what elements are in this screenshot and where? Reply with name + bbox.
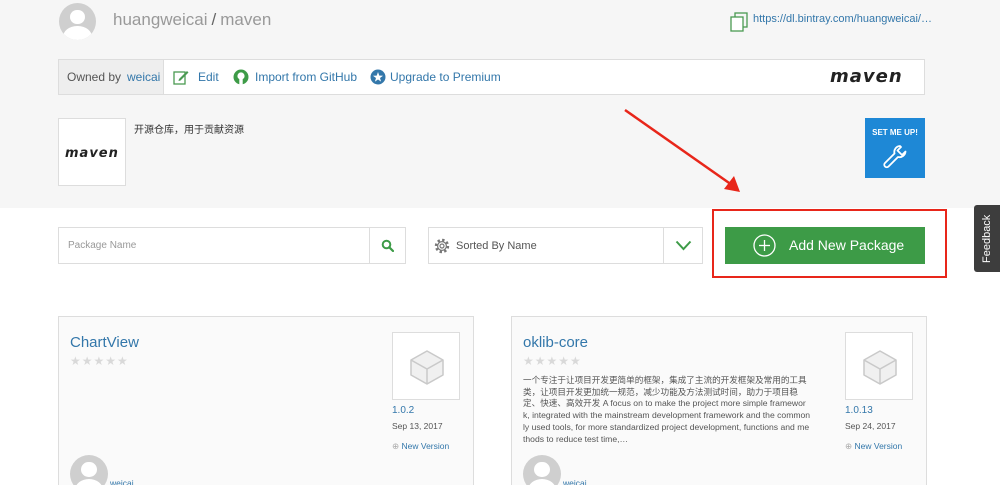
feedback-label: Feedback bbox=[981, 214, 993, 263]
package-box-icon bbox=[863, 350, 897, 385]
repo-owner-link[interactable]: huangweicai bbox=[113, 10, 208, 29]
feedback-tab[interactable]: Feedback bbox=[974, 205, 1000, 272]
repo-url-link[interactable]: https://dl.bintray.com/huangweicai/… bbox=[753, 13, 932, 25]
package-search-input[interactable] bbox=[59, 228, 370, 263]
new-version-link[interactable]: ⊕ New Version bbox=[845, 441, 902, 452]
package-owner-link[interactable]: weicai bbox=[563, 478, 587, 485]
user-avatar[interactable] bbox=[59, 3, 96, 40]
owner-link[interactable]: weicai bbox=[127, 70, 160, 84]
repo-logo: maven bbox=[65, 146, 119, 161]
import-github-link[interactable]: Import from GitHub bbox=[255, 70, 357, 84]
set-me-up-button[interactable]: SET ME UP! bbox=[865, 118, 925, 178]
sort-dropdown-toggle[interactable] bbox=[663, 228, 702, 263]
gear-icon bbox=[434, 238, 450, 254]
search-button[interactable] bbox=[369, 228, 405, 263]
package-rating-stars: ★★★★★ bbox=[70, 354, 129, 368]
package-card[interactable]: ChartView ★★★★★ 1.0.2 Sep 13, 2017 ⊕ New… bbox=[58, 316, 474, 485]
package-box-icon bbox=[410, 350, 444, 385]
sort-select[interactable]: Sorted By Name bbox=[428, 227, 703, 264]
repo-title: huangweicai / maven bbox=[113, 10, 271, 30]
wrench-icon bbox=[883, 145, 907, 169]
edit-link[interactable]: Edit bbox=[198, 70, 219, 84]
chevron-down-icon bbox=[675, 240, 692, 251]
package-name-link[interactable]: oklib-core bbox=[523, 334, 588, 351]
package-owner-link[interactable]: weicai bbox=[110, 478, 134, 485]
search-icon bbox=[381, 239, 394, 252]
package-date: Sep 13, 2017 bbox=[392, 421, 443, 431]
repo-name: maven bbox=[220, 10, 272, 29]
repo-description: 开源仓库，用于贡献资源 bbox=[134, 125, 244, 136]
package-owner-avatar bbox=[523, 455, 561, 485]
annotation-highlight-box bbox=[712, 209, 947, 278]
owned-by-label: Owned by bbox=[67, 70, 122, 84]
upgrade-premium-link[interactable]: Upgrade to Premium bbox=[390, 70, 501, 84]
package-description: 一个专注于让项目开发更简单的框架，集成了主流的开发框架及常用的工具类，让项目开发… bbox=[523, 375, 811, 444]
copy-icon[interactable] bbox=[730, 12, 748, 32]
package-version-link[interactable]: 1.0.2 bbox=[392, 405, 414, 416]
owned-by-box: Owned by weicai bbox=[59, 60, 164, 94]
edit-icon bbox=[173, 71, 189, 85]
plus-circle-small-icon: ⊕ bbox=[845, 441, 853, 451]
new-version-label: New Version bbox=[401, 441, 450, 451]
package-search bbox=[58, 227, 406, 264]
title-separator: / bbox=[211, 10, 217, 29]
set-me-up-label: SET ME UP! bbox=[872, 128, 918, 137]
package-icon-box bbox=[392, 332, 460, 400]
annotation-arrow bbox=[624, 108, 740, 192]
sort-label: Sorted By Name bbox=[456, 240, 537, 252]
package-owner-avatar bbox=[70, 455, 108, 485]
package-rating-stars: ★★★★★ bbox=[523, 354, 582, 368]
new-version-link[interactable]: ⊕ New Version bbox=[392, 441, 449, 452]
maven-logo: maven bbox=[830, 66, 903, 87]
package-date: Sep 24, 2017 bbox=[845, 421, 896, 431]
package-icon-box bbox=[845, 332, 913, 400]
premium-star-icon bbox=[370, 69, 386, 85]
package-card[interactable]: oklib-core ★★★★★ 一个专注于让项目开发更简单的框架，集成了主流的… bbox=[511, 316, 927, 485]
repo-logo-box: maven bbox=[58, 118, 126, 186]
package-name-link[interactable]: ChartView bbox=[70, 334, 139, 351]
plus-circle-small-icon: ⊕ bbox=[392, 441, 400, 451]
new-version-label: New Version bbox=[854, 441, 903, 451]
github-icon bbox=[233, 69, 249, 85]
owner-bar: Owned by weicai Edit Import from GitHub … bbox=[58, 59, 925, 95]
package-version-link[interactable]: 1.0.13 bbox=[845, 405, 873, 416]
repo-header-band bbox=[0, 0, 1000, 208]
